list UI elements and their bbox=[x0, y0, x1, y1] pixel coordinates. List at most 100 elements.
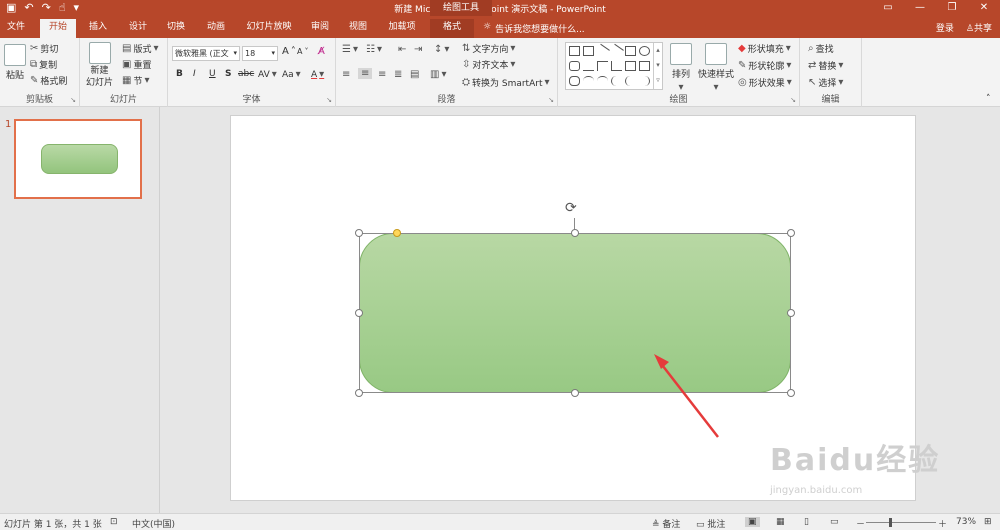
language[interactable]: 中文(中国) bbox=[132, 517, 175, 530]
freeform-shape-icon[interactable] bbox=[569, 76, 580, 86]
dialog-launcher-icon[interactable]: ↘ bbox=[326, 96, 332, 104]
shapes-gallery[interactable]: ▴ ▾ ▿ bbox=[565, 42, 663, 90]
restore-icon[interactable]: ❐ bbox=[936, 0, 968, 16]
zoom-slider-track[interactable] bbox=[866, 522, 936, 523]
shape-outline-button[interactable]: ✎ 形状轮廓 ▾ bbox=[738, 59, 791, 72]
new-slide-button[interactable]: 新建 幻灯片 bbox=[86, 42, 113, 88]
find-button[interactable]: ⌕ 查找 bbox=[808, 42, 834, 55]
collapse-ribbon-icon[interactable]: ˄ bbox=[986, 94, 991, 104]
smartart-button[interactable]: ⛭ 转换为 SmartArt ▾ bbox=[462, 76, 550, 89]
select-button[interactable]: ↖ 选择 ▾ bbox=[808, 76, 843, 89]
left-brace-shape-icon[interactable] bbox=[611, 76, 622, 86]
gallery-scroll[interactable]: ▴ ▾ ▿ bbox=[653, 43, 662, 89]
elbow-connector-shape-icon[interactable] bbox=[597, 61, 608, 71]
decrease-indent-button[interactable]: ⇤ bbox=[398, 44, 406, 55]
tab-slideshow[interactable]: 幻灯片放映 bbox=[240, 19, 298, 38]
dialog-launcher-icon[interactable]: ↘ bbox=[790, 96, 796, 104]
oval-shape-icon[interactable] bbox=[639, 46, 650, 56]
chevron-up-icon[interactable]: ▴ bbox=[656, 46, 660, 54]
copy-button[interactable]: ⧉ 复制 bbox=[30, 58, 57, 71]
right-arrow-shape-icon[interactable] bbox=[625, 61, 636, 71]
tab-animations[interactable]: 动画 bbox=[198, 19, 234, 38]
layout-button[interactable]: ▤ 版式 ▾ bbox=[122, 42, 159, 55]
bullets-button[interactable]: ☰ ▾ bbox=[342, 44, 358, 55]
tell-me-box[interactable]: ☼ 告诉我您想要做什么... bbox=[483, 22, 585, 35]
line-shape-icon[interactable] bbox=[595, 43, 610, 59]
char-spacing-button[interactable]: AV ▾ bbox=[258, 69, 277, 80]
tab-view[interactable]: 视图 bbox=[342, 19, 374, 38]
ribbon-display-icon[interactable]: ▭ bbox=[872, 0, 904, 16]
normal-view-icon[interactable]: ▣ bbox=[745, 517, 760, 527]
share-button[interactable]: ♙共享 bbox=[966, 21, 992, 34]
rounded-rect-shape-icon[interactable] bbox=[569, 61, 580, 71]
quick-styles-button[interactable]: 快速样式 ▾ bbox=[698, 43, 734, 93]
tab-design[interactable]: 设计 bbox=[122, 19, 154, 38]
zoom-out-button[interactable]: － bbox=[856, 517, 865, 530]
fit-slide-icon[interactable]: ⊞ bbox=[984, 517, 992, 527]
change-case-button[interactable]: Aa ▾ bbox=[282, 69, 301, 80]
strikethrough-button[interactable]: abc bbox=[238, 69, 254, 79]
font-name-select[interactable]: 微软雅黑 (正文 ▾ bbox=[172, 46, 240, 61]
minimize-icon[interactable]: — bbox=[904, 0, 936, 16]
more-icon[interactable]: ▿ bbox=[656, 76, 660, 84]
dialog-launcher-icon[interactable]: ↘ bbox=[548, 96, 554, 104]
shape-fill-button[interactable]: ◆ 形状填充 ▾ bbox=[738, 42, 791, 55]
align-center-button[interactable]: ≡ bbox=[358, 68, 373, 79]
shrink-font-button[interactable]: A ˅ bbox=[297, 47, 308, 56]
textbox-shape-icon[interactable] bbox=[569, 46, 580, 56]
dialog-launcher-icon[interactable]: ↘ bbox=[70, 96, 76, 104]
slide-thumbnail[interactable] bbox=[14, 119, 142, 199]
underline-button[interactable]: U bbox=[209, 69, 216, 79]
clear-format-button[interactable]: A̸ bbox=[318, 46, 325, 57]
tab-addins[interactable]: 加载项 bbox=[382, 19, 422, 38]
slide-sorter-icon[interactable]: ▦ bbox=[776, 517, 785, 527]
line-spacing-button[interactable]: ↕ ▾ bbox=[434, 44, 449, 55]
tab-insert[interactable]: 插入 bbox=[82, 19, 114, 38]
align-right-button[interactable]: ≡ bbox=[378, 69, 386, 80]
triangle-shape-icon[interactable] bbox=[583, 61, 594, 71]
font-size-select[interactable]: 18 ▾ bbox=[242, 46, 278, 61]
bold-button[interactable]: B bbox=[176, 69, 183, 79]
increase-indent-button[interactable]: ⇥ bbox=[414, 44, 422, 55]
paste-button[interactable]: 粘贴 bbox=[4, 44, 26, 81]
columns-button[interactable]: ▥ ▾ bbox=[430, 69, 446, 80]
distributed-button[interactable]: ▤ bbox=[410, 69, 419, 80]
reading-view-icon[interactable]: ▯ bbox=[804, 517, 809, 527]
arrow-line-shape-icon[interactable] bbox=[609, 43, 624, 59]
curve-shape-icon[interactable] bbox=[597, 76, 608, 86]
tab-transitions[interactable]: 切换 bbox=[160, 19, 192, 38]
arrange-button[interactable]: 排列 ▾ bbox=[670, 43, 692, 93]
arc-shape-icon[interactable] bbox=[583, 76, 594, 86]
section-button[interactable]: ▦ 节 ▾ bbox=[122, 74, 150, 87]
format-painter-button[interactable]: ✎ 格式刷 bbox=[30, 74, 67, 87]
rectangle-shape-icon[interactable] bbox=[625, 46, 636, 56]
shadow-button[interactable]: S bbox=[225, 69, 231, 79]
tab-format[interactable]: 格式 bbox=[430, 19, 474, 38]
zoom-level[interactable]: 73% bbox=[956, 517, 976, 527]
tab-review[interactable]: 审阅 bbox=[304, 19, 336, 38]
tab-home[interactable]: 开始 bbox=[40, 19, 76, 38]
elbow-arrow-shape-icon[interactable] bbox=[611, 61, 622, 71]
grow-font-button[interactable]: A ˄ bbox=[282, 46, 296, 57]
close-icon[interactable]: ✕ bbox=[968, 0, 1000, 16]
replace-button[interactable]: ⇄ 替换 ▾ bbox=[808, 59, 843, 72]
notes-button[interactable]: ≜ 备注 bbox=[652, 517, 680, 530]
left-bracket-shape-icon[interactable] bbox=[625, 76, 636, 86]
chevron-down-icon[interactable]: ▾ bbox=[656, 61, 660, 69]
comments-button[interactable]: ▭ 批注 bbox=[696, 517, 725, 530]
numbering-button[interactable]: ☷ ▾ bbox=[366, 44, 382, 55]
right-brace-shape-icon[interactable] bbox=[639, 76, 650, 86]
spellcheck-icon[interactable]: ⊡ bbox=[110, 517, 118, 527]
align-left-button[interactable]: ≡ bbox=[342, 69, 350, 80]
text-direction-button[interactable]: ⇅ 文字方向 ▾ bbox=[462, 42, 515, 55]
reset-button[interactable]: ▣ 重置 bbox=[122, 58, 151, 71]
slideshow-icon[interactable]: ▭ bbox=[830, 517, 839, 527]
cut-button[interactable]: ✂ 剪切 bbox=[30, 42, 58, 55]
zoom-in-button[interactable]: ＋ bbox=[938, 517, 947, 530]
font-color-button[interactable]: A ▾ bbox=[311, 69, 324, 80]
vertical-textbox-shape-icon[interactable] bbox=[583, 46, 594, 56]
down-arrow-shape-icon[interactable] bbox=[639, 61, 650, 71]
italic-button[interactable]: I bbox=[193, 69, 196, 79]
align-text-button[interactable]: ⇳ 对齐文本 ▾ bbox=[462, 58, 515, 71]
shape-effects-button[interactable]: ◎ 形状效果 ▾ bbox=[738, 76, 792, 89]
